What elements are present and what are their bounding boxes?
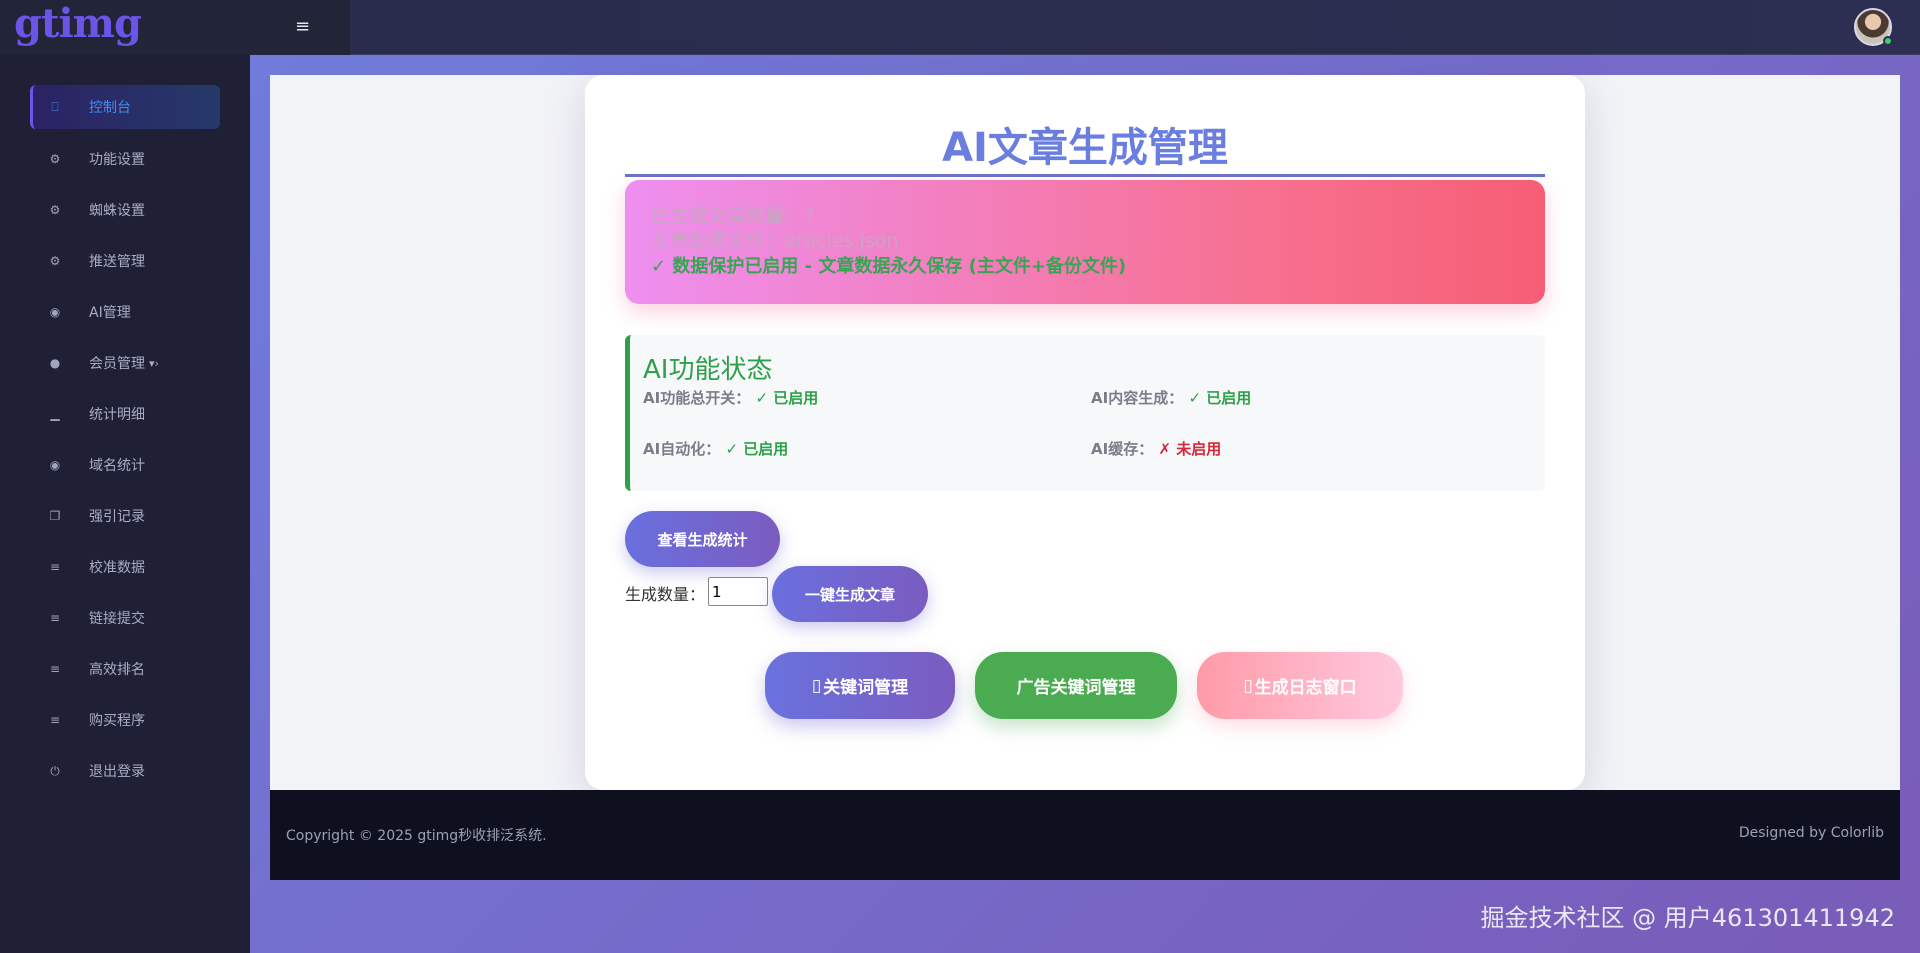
status-value: ✓ 已启用 xyxy=(755,389,819,407)
copy-icon: ❐ xyxy=(49,509,61,523)
status-label: AI缓存： xyxy=(1091,440,1154,458)
view-stats-button[interactable]: 查看生成统计 xyxy=(625,511,780,567)
caret-down-icon: ▾› xyxy=(149,356,159,370)
quantity-label: 生成数量： xyxy=(625,585,706,604)
generate-articles-button[interactable]: 一键生成文章 xyxy=(772,566,928,622)
sidebar-item-label: 蜘蛛设置 xyxy=(89,203,145,219)
top-bar: gtimg ≡ xyxy=(0,0,1920,55)
users-icon: ● xyxy=(49,356,61,370)
sidebar-item-ai-management[interactable]: ◉ AI管理 xyxy=(30,290,220,334)
list-icon: ≡ xyxy=(49,713,61,727)
brand-logo[interactable]: gtimg xyxy=(14,0,142,47)
laptop-icon: ⎕ xyxy=(51,99,59,114)
hamburger-icon[interactable]: ≡ xyxy=(295,17,311,37)
ai-status-title: AI功能状态 xyxy=(643,355,773,385)
sidebar: ⎕ 控制台 ⚙ 功能设置 ⚙ 蜘蛛设置 ⚙ 推送管理 ◉ AI管理 ● 会员管理… xyxy=(0,55,250,953)
globe-icon: ◉ xyxy=(49,305,61,319)
list-icon: ≡ xyxy=(49,662,61,676)
sidebar-item-label: 域名统计 xyxy=(89,458,145,474)
sidebar-item-label: 控制台 xyxy=(89,100,131,116)
article-file-text: 文章数据文件：articles.json xyxy=(651,230,899,252)
sidebar-item-push-management[interactable]: ⚙ 推送管理 xyxy=(30,239,220,283)
sidebar-item-logout[interactable]: ⏻ 退出登录 xyxy=(30,749,220,793)
sidebar-item-label: 购买程序 xyxy=(89,713,145,729)
sidebar-item-domain-stats[interactable]: ◉ 域名统计 xyxy=(30,443,220,487)
sidebar-item-label: 功能设置 xyxy=(89,152,145,168)
list-icon: ≡ xyxy=(49,560,61,574)
status-label: AI自动化： xyxy=(643,440,721,458)
article-info-box: 已生成文章数量：7 文章数据文件：articles.json ✓ 数据保护已启用… xyxy=(625,180,1545,304)
ai-content-generation-status: AI内容生成： ✓ 已启用 xyxy=(1091,387,1251,408)
sidebar-item-efficient-ranking[interactable]: ≡ 高效排名 xyxy=(30,647,220,691)
sidebar-item-label: 推送管理 xyxy=(89,254,145,270)
ai-status-box: AI功能状态 AI功能总开关： ✓ 已启用 AI内容生成： ✓ 已启用 AI自动… xyxy=(625,335,1545,491)
copyright-text: Copyright © 2025 gtimg秒收排泛系统. xyxy=(286,828,547,844)
sidebar-item-forced-records[interactable]: ❐ 强引记录 xyxy=(30,494,220,538)
no-image-icon: ▯ xyxy=(811,675,822,696)
sidebar-item-label: 链接提交 xyxy=(89,611,145,627)
status-label: AI内容生成： xyxy=(1091,389,1184,407)
status-value: ✓ 已启用 xyxy=(725,440,789,458)
list-icon: ≡ xyxy=(49,611,61,625)
no-image-icon: ▯ xyxy=(1243,675,1253,696)
sidebar-item-label: 高效排名 xyxy=(89,662,145,678)
globe-icon: ◉ xyxy=(49,458,61,472)
footer: Copyright © 2025 gtimg秒收排泛系统. Designed b… xyxy=(270,790,1900,880)
sidebar-item-buy-program[interactable]: ≡ 购买程序 xyxy=(30,698,220,742)
online-status-icon xyxy=(1883,36,1893,46)
ai-cache-status: AI缓存： ✗ 未启用 xyxy=(1091,438,1221,459)
ai-article-card: AI文章生成管理 已生成文章数量：7 文章数据文件：articles.json … xyxy=(585,75,1585,790)
keyword-management-label: 关键词管理 xyxy=(823,678,909,698)
generation-log-label: 生成日志窗口 xyxy=(1254,678,1357,698)
article-count-text: 已生成文章数量：7 xyxy=(651,205,816,227)
ai-automation-status: AI自动化： ✓ 已启用 xyxy=(643,438,788,459)
sidebar-item-feature-settings[interactable]: ⚙ 功能设置 xyxy=(30,137,220,181)
data-protection-text: ✓ 数据保护已启用 - 文章数据永久保存 (主文件+备份文件) xyxy=(651,256,1127,277)
watermark-text: 掘金技术社区 @ 用户461301411942 xyxy=(1480,904,1896,932)
gears-icon: ⚙ xyxy=(49,254,61,268)
sidebar-item-label: 会员管理 xyxy=(89,356,145,372)
sidebar-item-label: 统计明细 xyxy=(89,407,145,423)
status-label: AI功能总开关： xyxy=(643,389,751,407)
ad-keyword-management-button[interactable]: 广告关键词管理 xyxy=(975,652,1177,719)
sidebar-item-dashboard[interactable]: ⎕ 控制台 xyxy=(30,85,220,129)
keyword-management-button[interactable]: ▯ 关键词管理 xyxy=(765,652,955,719)
status-value: ✓ 已启用 xyxy=(1188,389,1252,407)
page-title: AI文章生成管理 xyxy=(625,115,1545,177)
sidebar-item-label: 退出登录 xyxy=(89,764,145,780)
generation-log-button[interactable]: ▯ 生成日志窗口 xyxy=(1197,652,1403,719)
status-value: ✗ 未启用 xyxy=(1158,440,1222,458)
sidebar-item-statistics[interactable]: ▁ 统计明细 xyxy=(30,392,220,436)
quantity-input[interactable] xyxy=(708,577,768,606)
sidebar-item-link-submit[interactable]: ≡ 链接提交 xyxy=(30,596,220,640)
sidebar-item-label: 强引记录 xyxy=(89,509,145,525)
ai-master-switch-status: AI功能总开关： ✓ 已启用 xyxy=(643,387,818,408)
power-icon: ⏻ xyxy=(50,763,60,778)
gears-icon: ⚙ xyxy=(49,152,61,166)
brand-area: gtimg ≡ xyxy=(0,0,350,55)
sidebar-item-label: 校准数据 xyxy=(89,560,145,576)
sidebar-item-member-management[interactable]: ● 会员管理 ▾› xyxy=(30,341,220,385)
sidebar-item-spider-settings[interactable]: ⚙ 蜘蛛设置 xyxy=(30,188,220,232)
gears-icon: ⚙ xyxy=(49,203,61,217)
sidebar-item-calibrate-data[interactable]: ≡ 校准数据 xyxy=(30,545,220,589)
bar-chart-icon: ▁ xyxy=(50,407,60,421)
sidebar-item-label: AI管理 xyxy=(89,305,131,321)
designed-by-link[interactable]: Designed by Colorlib xyxy=(1739,825,1884,841)
